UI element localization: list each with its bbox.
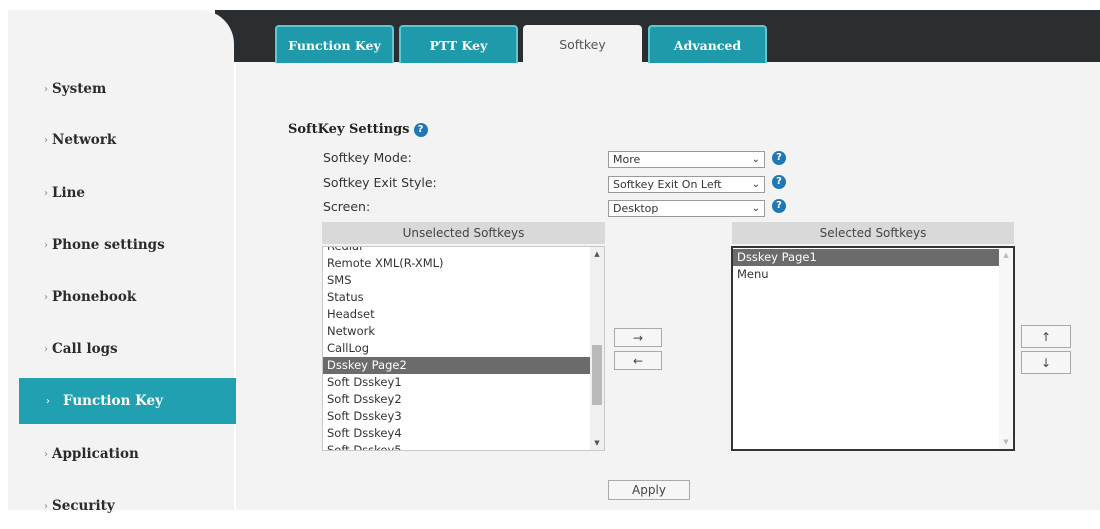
softkey-exit-style-select[interactable]: Softkey Exit On Left ⌄ xyxy=(608,176,765,193)
sidebar-item-security[interactable]: › Security xyxy=(8,483,234,529)
screen-select[interactable]: Desktop ⌄ xyxy=(608,200,765,217)
list-item[interactable]: Soft Dsskey2 xyxy=(323,391,592,408)
sidebar-item-application[interactable]: › Application xyxy=(8,431,234,477)
chevron-down-icon: ⌄ xyxy=(751,179,760,190)
chevron-right-icon: › xyxy=(44,83,48,95)
sidebar-item-call-logs[interactable]: › Call logs xyxy=(8,326,234,372)
softkey-mode-label: Softkey Mode: xyxy=(323,150,412,165)
chevron-right-icon: › xyxy=(44,291,48,303)
screen-value: Desktop xyxy=(613,202,659,215)
list-item[interactable]: Status xyxy=(323,289,592,306)
tab-ptt-key[interactable]: PTT Key xyxy=(399,25,518,63)
scroll-up-icon[interactable]: ▲ xyxy=(590,247,604,261)
unselected-softkeys-header: Unselected Softkeys xyxy=(322,222,605,244)
scroll-up-icon[interactable]: ▲ xyxy=(999,248,1013,262)
tab-advanced[interactable]: Advanced xyxy=(648,25,767,63)
list-item[interactable]: Soft Dsskey4 xyxy=(323,425,592,442)
apply-button[interactable]: Apply xyxy=(608,480,690,500)
scroll-down-icon[interactable]: ▼ xyxy=(999,435,1013,449)
sidebar-item-label: Application xyxy=(52,446,139,462)
list-item[interactable]: Menu xyxy=(733,266,999,283)
chevron-right-icon: › xyxy=(44,448,48,460)
move-down-button[interactable]: ↓ xyxy=(1021,351,1071,374)
list-item[interactable]: Headset xyxy=(323,306,592,323)
sidebar-item-label: Phone settings xyxy=(52,237,165,253)
selected-items: Dsskey Page1 Menu xyxy=(733,249,999,283)
list-item[interactable]: Dsskey Page1 xyxy=(733,249,999,266)
section-title-text: SoftKey Settings xyxy=(288,122,410,137)
sidebar-item-function-key[interactable]: › Function Key xyxy=(19,378,241,424)
sidebar-item-label: Call logs xyxy=(52,341,118,357)
list-item[interactable]: Network xyxy=(323,323,592,340)
sidebar-item-line[interactable]: › Line xyxy=(8,170,234,216)
selected-scrollbar[interactable]: ▲ ▼ xyxy=(999,248,1013,449)
list-item[interactable]: Remote XML(R-XML) xyxy=(323,255,592,272)
softkey-exit-style-label: Softkey Exit Style: xyxy=(323,175,437,190)
list-item[interactable]: SMS xyxy=(323,272,592,289)
selected-softkeys-list[interactable]: Dsskey Page1 Menu ▲ ▼ xyxy=(731,246,1015,451)
sidebar-item-label: Phonebook xyxy=(52,289,137,305)
scroll-down-icon[interactable]: ▼ xyxy=(590,436,604,450)
move-up-button[interactable]: ↑ xyxy=(1021,325,1071,348)
chevron-right-icon: › xyxy=(44,343,48,355)
sidebar-item-phonebook[interactable]: › Phonebook xyxy=(8,274,234,320)
softkey-mode-value: More xyxy=(613,153,641,166)
screen-label: Screen: xyxy=(323,199,371,214)
help-icon[interactable]: ? xyxy=(772,151,786,165)
list-item[interactable]: Soft Dsskey5 xyxy=(323,442,592,450)
sidebar: › System › Network › Line › Phone settin… xyxy=(8,10,241,514)
softkey-mode-select[interactable]: More ⌄ xyxy=(608,151,765,168)
unselected-items: Redial Remote XML(R-XML) SMS Status Headset N… xyxy=(323,247,592,450)
chevron-right-icon: › xyxy=(46,395,50,407)
sidebar-item-label: Network xyxy=(52,132,117,148)
move-right-button[interactable]: → xyxy=(614,328,662,347)
scroll-thumb[interactable] xyxy=(592,345,602,405)
sidebar-item-label: Function Key xyxy=(63,393,163,409)
sidebar-item-system[interactable]: › System xyxy=(8,66,234,112)
chevron-right-icon: › xyxy=(44,134,48,146)
sidebar-item-label: Line xyxy=(52,185,86,201)
chevron-right-icon: › xyxy=(44,187,48,199)
sidebar-item-label: Security xyxy=(52,498,115,514)
tab-function-key[interactable]: Function Key xyxy=(275,25,394,63)
sidebar-item-phone-settings[interactable]: › Phone settings xyxy=(8,222,234,268)
help-icon[interactable]: ? xyxy=(413,122,428,137)
section-title: SoftKey Settings ? xyxy=(288,122,428,137)
list-item[interactable]: Redial xyxy=(323,247,592,255)
softkey-exit-style-value: Softkey Exit On Left xyxy=(613,178,722,191)
move-left-button[interactable]: ← xyxy=(614,351,662,370)
help-icon[interactable]: ? xyxy=(772,199,786,213)
sidebar-item-label: System xyxy=(52,81,107,97)
help-icon[interactable]: ? xyxy=(772,175,786,189)
list-item[interactable]: Soft Dsskey3 xyxy=(323,408,592,425)
list-item[interactable]: Soft Dsskey1 xyxy=(323,374,592,391)
list-item[interactable]: Dsskey Page2 xyxy=(323,357,592,374)
list-item[interactable]: CallLog xyxy=(323,340,592,357)
unselected-scrollbar[interactable]: ▲ ▼ xyxy=(590,247,604,450)
chevron-right-icon: › xyxy=(44,239,48,251)
selected-softkeys-header: Selected Softkeys xyxy=(732,222,1014,244)
unselected-softkeys-list[interactable]: Redial Remote XML(R-XML) SMS Status Headset N… xyxy=(322,246,605,451)
tab-softkey[interactable]: Softkey xyxy=(523,25,642,62)
chevron-down-icon: ⌄ xyxy=(751,154,760,165)
sidebar-item-network[interactable]: › Network xyxy=(8,117,234,163)
chevron-down-icon: ⌄ xyxy=(751,203,760,214)
